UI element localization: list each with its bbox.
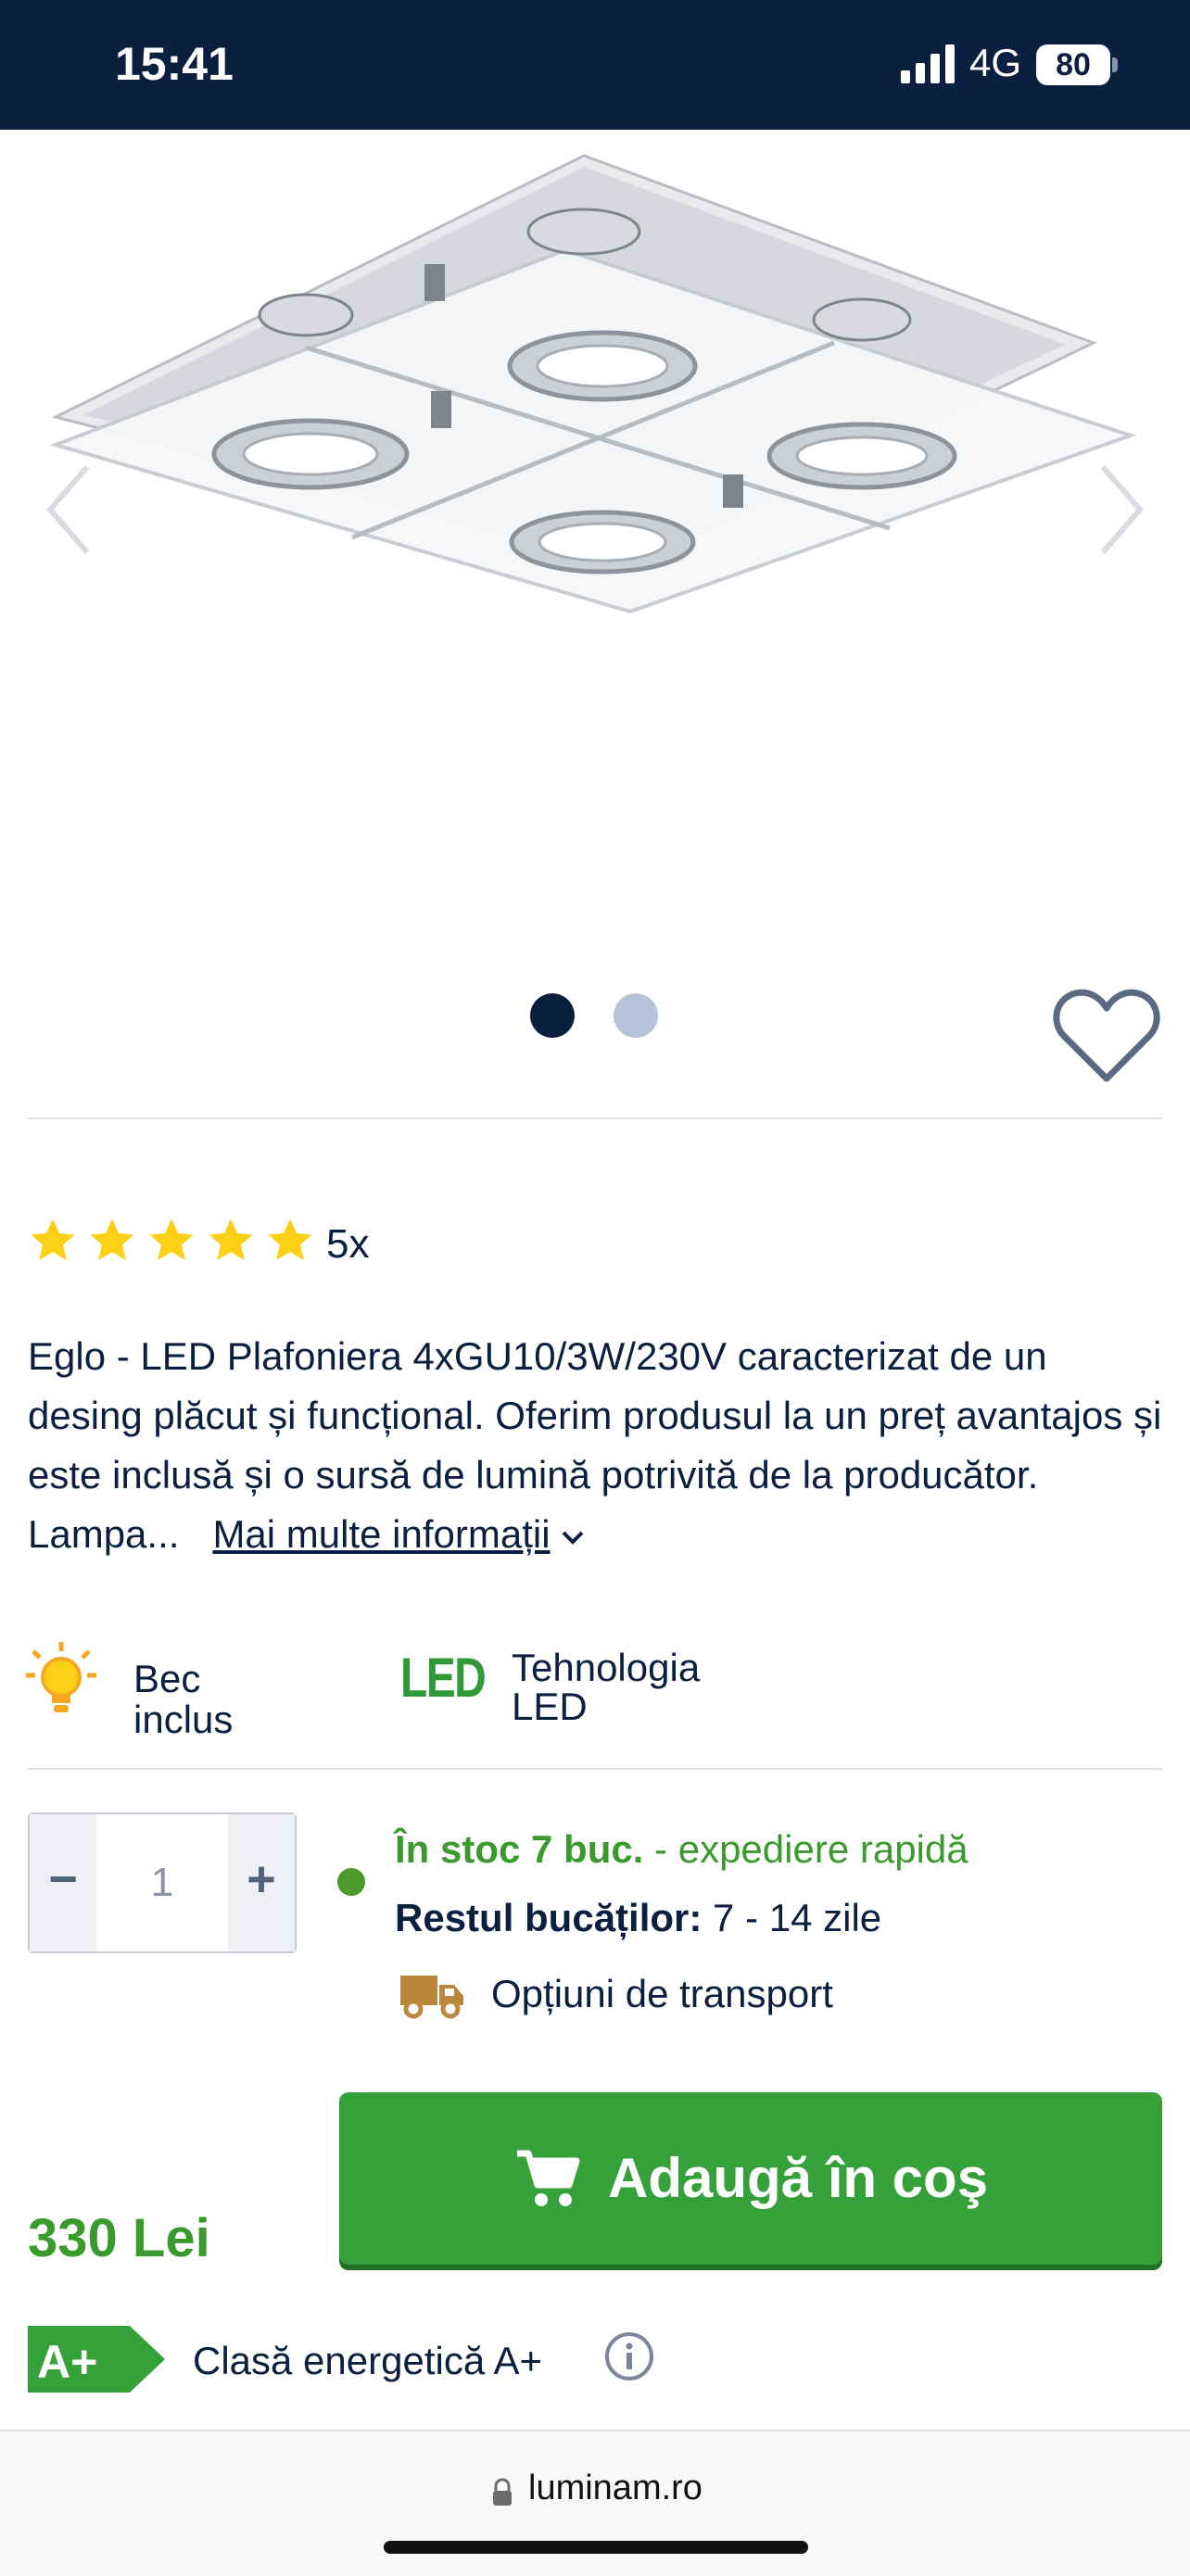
truck-icon	[400, 1976, 463, 2019]
feature-label-line1: Tehnologia	[512, 1646, 701, 1689]
stock-count: În stoc 7 buc.	[395, 1827, 644, 1871]
url-text: luminam.ro	[528, 2469, 703, 2507]
stock-status-dot	[337, 1868, 365, 1896]
signal-icon	[901, 44, 955, 83]
browser-url-bar[interactable]: luminam.ro	[0, 2430, 1190, 2576]
chevron-down-icon[interactable]	[560, 1528, 586, 1547]
home-indicator[interactable]	[384, 2541, 808, 2554]
divider	[28, 1768, 1162, 1770]
info-icon[interactable]	[604, 2331, 654, 2381]
stock-info: În stoc 7 buc. - expediere rapidă	[395, 1827, 968, 1872]
product-price: 330 Lei	[28, 2208, 210, 2268]
network-label: 4G	[969, 41, 1022, 84]
product-description: Eglo - LED Plafoniera 4xGU10/3W/230V car…	[28, 1327, 1168, 1564]
led-icon: LED	[400, 1647, 487, 1709]
increment-button[interactable]: +	[228, 1814, 295, 1951]
lock-icon	[493, 2478, 512, 2506]
cart-icon	[517, 2150, 580, 2206]
feature-label-line2: LED	[512, 1685, 588, 1728]
shipping-options-link[interactable]: Opțiuni de transport	[491, 1972, 833, 2016]
rest-info: Restul bucăților: 7 - 14 zile	[395, 1896, 881, 1940]
rest-value: 7 - 14 zile	[702, 1896, 882, 1939]
decrement-button[interactable]: −	[30, 1814, 96, 1951]
star-icon	[209, 1219, 253, 1260]
description-text: Eglo - LED Plafoniera 4xGU10/3W/230V car…	[28, 1334, 1162, 1556]
star-icon	[268, 1219, 312, 1260]
gallery-dot-1[interactable]	[530, 993, 575, 1038]
star-icon	[149, 1219, 194, 1260]
prev-image-arrow[interactable]	[44, 463, 91, 556]
stock-shipping: - expediere rapidă	[643, 1827, 968, 1871]
product-image	[49, 154, 1137, 614]
gallery-dot-2[interactable]	[614, 993, 658, 1038]
battery-icon: 80	[1036, 44, 1110, 85]
status-time: 15:41	[115, 38, 234, 90]
rating-count: 5x	[326, 1221, 370, 1267]
next-image-arrow[interactable]	[1099, 463, 1146, 556]
battery-cap	[1112, 57, 1118, 72]
quantity-stepper[interactable]: − 1 +	[28, 1812, 297, 1953]
add-to-cart-button[interactable]: Adaugă în coş	[339, 2092, 1162, 2265]
energy-class-label: Clasă energetică A+	[193, 2339, 543, 2382]
more-info-link[interactable]: Mai multe informații	[212, 1512, 550, 1556]
energy-badge-text: A+	[37, 2336, 97, 2388]
status-bar: 15:41 4G 80	[0, 0, 1190, 130]
product-gallery[interactable]	[0, 130, 1190, 1103]
rest-label: Restul bucăților:	[395, 1896, 703, 1939]
feature-label: Bec inclus	[133, 1657, 234, 1741]
divider	[28, 1118, 1162, 1119]
add-to-cart-label: Adaugă în coş	[608, 2147, 989, 2209]
star-icon	[90, 1219, 134, 1260]
star-icon	[31, 1219, 75, 1260]
quantity-input[interactable]: 1	[98, 1814, 226, 1951]
favorite-heart-icon[interactable]	[1053, 988, 1160, 1084]
energy-class-badge[interactable]: A+	[28, 2326, 165, 2393]
bulb-icon	[26, 1642, 96, 1712]
